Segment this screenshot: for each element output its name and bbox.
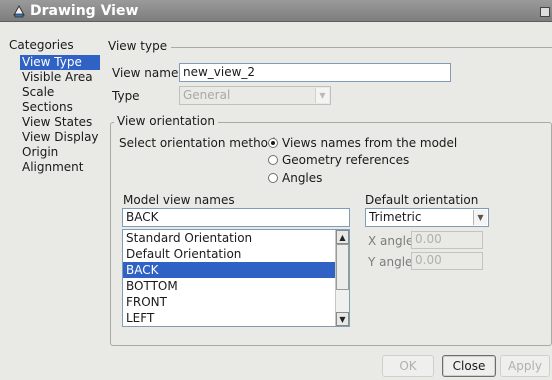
scroll-up-icon[interactable]: ▲ bbox=[336, 230, 349, 244]
default-orientation-value: Trimetric bbox=[369, 210, 422, 224]
view-type-section-label: View type bbox=[108, 39, 172, 53]
chevron-down-icon: ▼ bbox=[315, 88, 329, 103]
dialog-body: Categories View Type Visible Area Scale … bbox=[0, 22, 552, 380]
list-item-selected[interactable]: BACK bbox=[123, 262, 349, 278]
radio-selected-icon bbox=[268, 138, 278, 148]
scroll-thumb[interactable] bbox=[336, 244, 349, 290]
window-title: Drawing View bbox=[30, 3, 139, 19]
app-icon bbox=[13, 4, 25, 18]
window-control-button[interactable] bbox=[540, 7, 550, 17]
list-item[interactable]: Default Orientation bbox=[123, 246, 349, 262]
categories-list: View Type Visible Area Scale Sections Vi… bbox=[20, 55, 100, 175]
model-view-names-label: Model view names bbox=[123, 193, 235, 207]
list-item[interactable]: FRONT bbox=[123, 294, 349, 310]
title-bar: Drawing View bbox=[0, 0, 552, 22]
category-sections[interactable]: Sections bbox=[20, 100, 100, 115]
x-angle-label: X angle bbox=[368, 234, 414, 248]
type-value: General bbox=[183, 88, 231, 102]
y-angle-label: Y angle bbox=[368, 255, 413, 269]
category-view-display[interactable]: View Display bbox=[20, 130, 100, 145]
radio-angles-label: Angles bbox=[282, 171, 323, 185]
ok-button[interactable]: OK bbox=[382, 355, 434, 377]
view-name-label: View name bbox=[112, 66, 179, 80]
categories-label: Categories bbox=[9, 38, 74, 52]
radio-geometry-references-label: Geometry references bbox=[282, 153, 410, 167]
radio-angles[interactable]: Angles bbox=[268, 171, 322, 185]
list-item[interactable]: Standard Orientation bbox=[123, 230, 349, 246]
type-select: General ▼ bbox=[179, 86, 331, 105]
view-name-input[interactable]: new_view_2 bbox=[179, 63, 451, 82]
category-visible-area[interactable]: Visible Area bbox=[20, 70, 100, 85]
category-view-states[interactable]: View States bbox=[20, 115, 100, 130]
radio-view-names-label: Views names from the model bbox=[282, 136, 458, 150]
model-view-name-input[interactable]: BACK bbox=[122, 208, 350, 227]
y-angle-input: 0.00 bbox=[411, 252, 483, 270]
view-type-divider bbox=[108, 47, 552, 48]
list-item[interactable]: LEFT bbox=[123, 310, 349, 326]
orientation-method-label: Select orientation method bbox=[119, 136, 276, 150]
model-view-list[interactable]: Standard Orientation Default Orientation… bbox=[122, 229, 350, 327]
radio-unselected-icon bbox=[268, 173, 278, 183]
list-item[interactable]: BOTTOM bbox=[123, 278, 349, 294]
category-alignment[interactable]: Alignment bbox=[20, 160, 100, 175]
list-scrollbar[interactable]: ▲ ▼ bbox=[335, 230, 349, 326]
radio-unselected-icon bbox=[268, 155, 278, 165]
radio-geometry-references[interactable]: Geometry references bbox=[268, 153, 409, 167]
x-angle-input: 0.00 bbox=[411, 231, 483, 249]
close-button[interactable]: Close bbox=[442, 355, 496, 377]
radio-view-names[interactable]: Views names from the model bbox=[268, 136, 457, 150]
default-orientation-label: Default orientation bbox=[365, 193, 479, 207]
apply-button[interactable]: Apply bbox=[500, 355, 550, 377]
category-origin[interactable]: Origin bbox=[20, 145, 100, 160]
category-view-type[interactable]: View Type bbox=[20, 55, 100, 70]
category-scale[interactable]: Scale bbox=[20, 85, 100, 100]
scroll-down-icon[interactable]: ▼ bbox=[336, 312, 349, 326]
chevron-down-icon[interactable]: ▼ bbox=[473, 210, 487, 225]
type-label: Type bbox=[112, 89, 140, 103]
view-orientation-label: View orientation bbox=[114, 114, 218, 128]
default-orientation-select[interactable]: Trimetric ▼ bbox=[365, 208, 489, 227]
